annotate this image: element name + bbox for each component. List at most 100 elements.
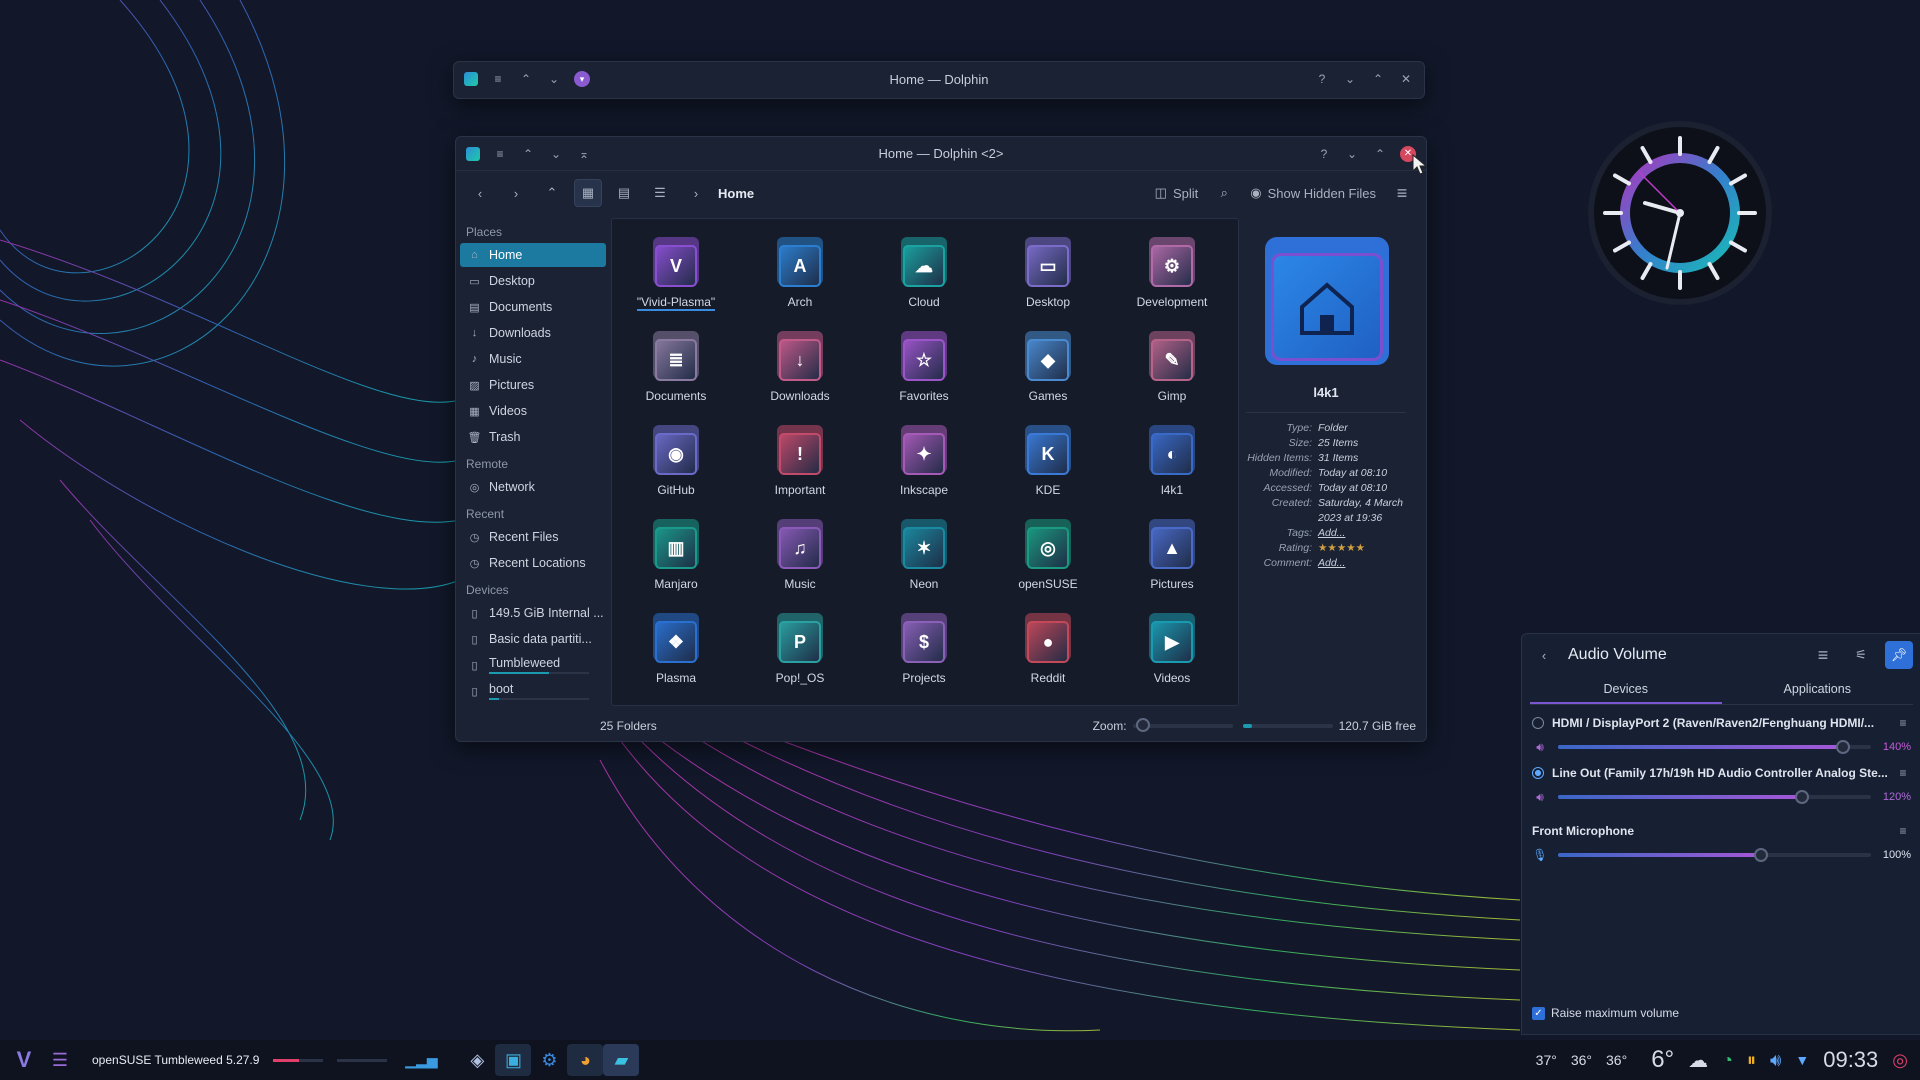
device-volume-handle[interactable] — [1795, 790, 1810, 804]
sidebar-item-trash[interactable]: 🗑︎ Trash — [460, 425, 606, 449]
keep-above-icon[interactable]: ⌃ — [520, 146, 536, 162]
menu-icon[interactable]: ≡ — [490, 71, 506, 87]
sidebar-item-recent-locations[interactable]: ◷ Recent Locations — [460, 551, 606, 575]
sidebar-item-recent-files[interactable]: ◷ Recent Files — [460, 525, 606, 549]
sidebar-item-downloads[interactable]: ↓ Downloads — [460, 321, 606, 345]
dolphin-task-icon[interactable]: ▰ — [603, 1044, 640, 1076]
device-volume-handle[interactable] — [1835, 740, 1850, 754]
search-icon[interactable]: ⌕ — [1210, 179, 1238, 207]
tray-expand-icon[interactable]: ▼ — [1795, 1052, 1809, 1068]
folder-item[interactable]: ✎ Gimp — [1110, 327, 1234, 421]
device-volume-slider[interactable] — [1558, 740, 1871, 754]
device-menu-icon[interactable]: ≡ — [1895, 823, 1911, 839]
rating-stars[interactable]: ★★★★★ — [1318, 541, 1406, 556]
system-settings-task-icon[interactable]: ⚙ — [531, 1044, 567, 1076]
folder-item[interactable]: ◎ openSUSE — [986, 515, 1110, 609]
tags-add-link[interactable]: Add... — [1318, 526, 1406, 541]
folder-item[interactable]: ☆ Favorites — [862, 327, 986, 421]
volume-icon[interactable]: 🔊︎ — [1770, 1050, 1781, 1071]
folder-item[interactable]: ▭ Desktop — [986, 233, 1110, 327]
device-volume-slider[interactable] — [1558, 790, 1871, 804]
keep-below-icon[interactable]: ⌄ — [548, 146, 564, 162]
sidebar-item-149-5-gib-internal[interactable]: ▯ 149.5 GiB Internal ... — [460, 601, 606, 625]
microphone-icon[interactable]: 🎙︎ — [1532, 847, 1548, 863]
sidebar-item-documents[interactable]: ▤ Documents — [460, 295, 606, 319]
window-list-icon[interactable]: ☰ — [42, 1044, 78, 1076]
help-icon[interactable]: ? — [1314, 71, 1330, 87]
breadcrumb[interactable]: Home — [718, 186, 754, 201]
speaker-icon[interactable]: 🔊︎ — [1532, 739, 1548, 755]
media-pause-icon[interactable]: ⏸ — [1747, 1050, 1756, 1071]
analog-clock-widget[interactable] — [1585, 118, 1775, 308]
minimize-icon[interactable]: ⌄ — [1344, 146, 1360, 162]
application-launcher-icon[interactable]: V — [6, 1044, 42, 1076]
folder-item[interactable]: $ Projects — [862, 609, 986, 703]
device-menu-icon[interactable]: ≡ — [1895, 765, 1911, 781]
back-arrow-icon[interactable]: ‹ — [1530, 641, 1558, 669]
on-all-desktops-icon[interactable]: ⌅ — [576, 146, 592, 162]
menu-icon[interactable]: ≡ — [492, 146, 508, 162]
folder-item[interactable]: ◉ GitHub — [614, 421, 738, 515]
sidebar-item-pictures[interactable]: ▨ Pictures — [460, 373, 606, 397]
show-hidden-files-button[interactable]: ◉ Show Hidden Files — [1246, 179, 1380, 207]
details-view-icon[interactable]: ☰ — [646, 179, 674, 207]
sidebar-item-basic-data-partiti[interactable]: ▯ Basic data partiti... — [460, 627, 606, 651]
mic-volume-slider[interactable] — [1558, 848, 1871, 862]
folder-item[interactable]: ☁ Cloud — [862, 233, 986, 327]
inkscape-task-icon[interactable]: ◈ — [459, 1044, 495, 1076]
firefox-task-icon[interactable]: ◕ — [567, 1044, 604, 1076]
configure-icon[interactable]: ⚟ — [1847, 641, 1875, 669]
back-icon[interactable]: ‹ — [466, 179, 494, 207]
spotify-icon[interactable]: ◔ — [1722, 1050, 1733, 1071]
tab-devices[interactable]: Devices — [1530, 676, 1722, 704]
folder-item[interactable]: ↓ Downloads — [738, 327, 862, 421]
folder-item[interactable]: ▶ Videos — [1110, 609, 1234, 703]
folder-item[interactable]: V "Vivid-Plasma" — [614, 233, 738, 327]
raise-volume-checkbox[interactable]: ✓ — [1532, 1006, 1545, 1020]
dolphin-window-back[interactable]: ≡ ⌃ ⌄ ▾ Home — Dolphin ? ⌄ ⌃ ✕ — [453, 61, 1425, 99]
maximize-icon[interactable]: ⌃ — [1370, 71, 1386, 87]
sidebar-item-home[interactable]: ⌂ Home — [460, 243, 606, 267]
up-icon[interactable]: ⌃ — [538, 179, 566, 207]
comment-add-link[interactable]: Add... — [1318, 556, 1406, 571]
digital-clock[interactable]: 09:33 — [1823, 1047, 1878, 1073]
tab-applications[interactable]: Applications — [1722, 676, 1914, 704]
keep-above-icon[interactable]: ⌃ — [518, 71, 534, 87]
weather-temp[interactable]: 6° — [1651, 1046, 1674, 1074]
folder-item[interactable]: ✦ Inkscape — [862, 421, 986, 515]
folder-item[interactable]: ◐ l4k1 — [1110, 421, 1234, 515]
forward-icon[interactable]: › — [502, 179, 530, 207]
notifications-icon[interactable]: ◎ — [1892, 1050, 1908, 1071]
maximize-icon[interactable]: ⌃ — [1372, 146, 1388, 162]
file-view[interactable]: V "Vivid-Plasma" A Arch ☁ Cloud ▭ Desktop ⚙ Devel… — [611, 218, 1239, 706]
minimize-icon[interactable]: ⌄ — [1342, 71, 1358, 87]
folder-item[interactable]: ▲ Pictures — [1110, 515, 1234, 609]
folder-item[interactable]: ▥ Manjaro — [614, 515, 738, 609]
discover-task-icon[interactable]: ▣ — [495, 1044, 532, 1076]
folder-item[interactable]: ! Important — [738, 421, 862, 515]
folder-item[interactable]: ♫ Music — [738, 515, 862, 609]
zoom-slider[interactable] — [1132, 718, 1233, 732]
weather-cloud-icon[interactable]: ☁ — [1688, 1048, 1708, 1073]
split-button[interactable]: ◫ Split — [1151, 179, 1203, 207]
shade-icon[interactable]: ▾ — [574, 71, 590, 87]
sidebar-item-boot[interactable]: ▯ boot — [460, 679, 606, 703]
folder-item[interactable]: P Pop!_OS — [738, 609, 862, 703]
hamburger-menu-icon[interactable]: ≡ — [1388, 179, 1416, 207]
folder-item[interactable]: ❖ Plasma — [614, 609, 738, 703]
sidebar-item-desktop[interactable]: ▭ Desktop — [460, 269, 606, 293]
zoom-slider-handle[interactable] — [1135, 718, 1150, 732]
help-icon[interactable]: ? — [1316, 146, 1332, 162]
folder-item[interactable]: ● Reddit — [986, 609, 1110, 703]
default-device-radio[interactable] — [1532, 767, 1544, 779]
default-device-radio[interactable] — [1532, 717, 1544, 729]
folder-item[interactable]: A Arch — [738, 233, 862, 327]
folder-item[interactable]: ✶ Neon — [862, 515, 986, 609]
pin-icon[interactable]: 📌︎ — [1885, 641, 1913, 669]
folder-item[interactable]: ◆ Games — [986, 327, 1110, 421]
sidebar-item-videos[interactable]: ▦ Videos — [460, 399, 606, 423]
keep-below-icon[interactable]: ⌄ — [546, 71, 562, 87]
hamburger-menu-icon[interactable]: ≡ — [1809, 641, 1837, 669]
sidebar-item-tumbleweed[interactable]: ▯ Tumbleweed — [460, 653, 606, 677]
folder-item[interactable]: ⚙ Development — [1110, 233, 1234, 327]
